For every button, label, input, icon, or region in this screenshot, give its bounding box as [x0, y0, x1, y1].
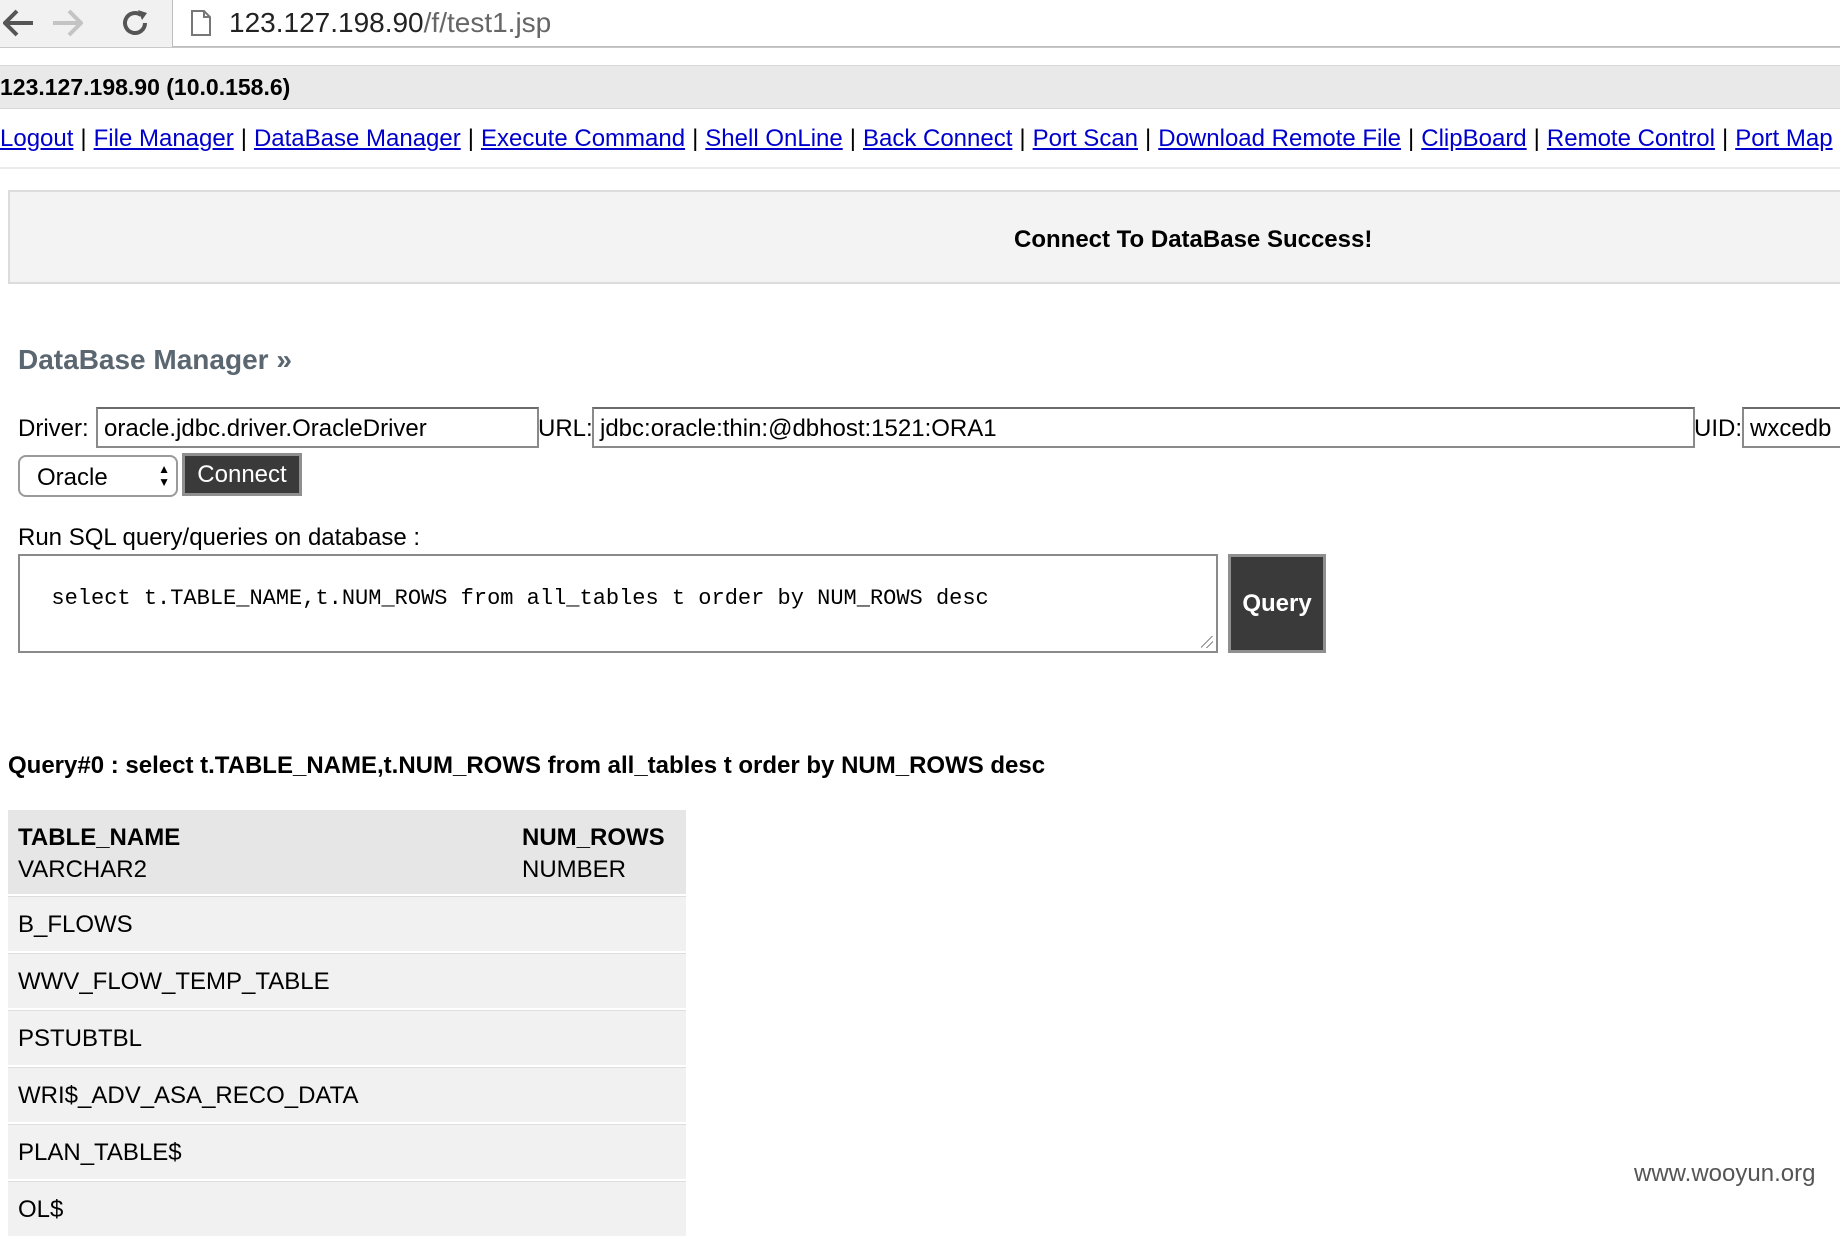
watermark: www.wooyun.org: [1634, 1160, 1816, 1187]
table-row: WWV_FLOW_TEMP_TABLE: [8, 953, 686, 1010]
table-row: OL$: [8, 1181, 686, 1238]
status-message: Connect To DataBase Success!: [1014, 226, 1373, 253]
page-icon: [191, 10, 211, 36]
table-name-cell: OL$: [18, 1196, 64, 1223]
address-bar[interactable]: 123.127.198.90/f/test1.jsp: [172, 0, 1840, 47]
query-button[interactable]: Query: [1228, 554, 1326, 653]
url-label: URL:: [538, 415, 593, 442]
table-row: PSTUBTBL: [8, 1010, 686, 1067]
table-row: WRI$_ADV_ASA_RECO_DATA: [8, 1067, 686, 1124]
results-table: TABLE_NAME VARCHAR2 NUM_ROWS NUMBER B_FL…: [8, 810, 686, 1238]
host-info: 123.127.198.90 (10.0.158.6): [0, 73, 291, 100]
column-header-num-rows: NUM_ROWS NUMBER: [522, 822, 665, 886]
host-info-bar: 123.127.198.90 (10.0.158.6): [0, 65, 1840, 109]
menu-separator: |: [1408, 125, 1415, 152]
forward-arrow-icon[interactable]: [48, 4, 86, 42]
column-type: VARCHAR2: [18, 856, 147, 883]
driver-input[interactable]: oracle.jdbc.driver.OracleDriver: [96, 407, 539, 448]
url-path: /f/test1.jsp: [423, 7, 552, 38]
table-name-cell: WRI$_ADV_ASA_RECO_DATA: [18, 1082, 359, 1109]
results-header: TABLE_NAME VARCHAR2 NUM_ROWS NUMBER: [8, 810, 686, 896]
sql-text: select t.TABLE_NAME,t.NUM_ROWS from all_…: [51, 586, 989, 611]
column-name: NUM_ROWS: [522, 824, 665, 851]
menu-separator: |: [1533, 125, 1540, 152]
query-result-title: Query#0 : select t.TABLE_NAME,t.NUM_ROWS…: [8, 752, 1046, 779]
connection-form: Driver: oracle.jdbc.driver.OracleDriver …: [18, 407, 1840, 452]
menu-link-remote-control[interactable]: Remote Control: [1547, 125, 1715, 152]
driver-label: Driver:: [18, 415, 89, 442]
menu-separator: |: [1019, 125, 1026, 152]
back-arrow-icon[interactable]: [0, 4, 38, 42]
sql-textarea[interactable]: select t.TABLE_NAME,t.NUM_ROWS from all_…: [18, 554, 1218, 653]
table-name-cell: PLAN_TABLE$: [18, 1139, 182, 1166]
menu-link-back-connect[interactable]: Back Connect: [863, 125, 1012, 152]
section-title: DataBase Manager »: [18, 344, 292, 375]
reload-icon[interactable]: [116, 4, 154, 42]
menu-link-file-manager[interactable]: File Manager: [94, 125, 234, 152]
connect-button[interactable]: Connect: [182, 453, 302, 496]
menu-link-execute-command[interactable]: Execute Command: [481, 125, 685, 152]
uid-label: UID:: [1694, 415, 1742, 442]
status-message-box: Connect To DataBase Success!: [8, 190, 1840, 284]
menu-link-port-map[interactable]: Port Map: [1735, 125, 1832, 152]
menu-link-download-remote-file[interactable]: Download Remote File: [1158, 125, 1401, 152]
resize-grip-icon[interactable]: [1201, 636, 1213, 648]
menu-separator: |: [1145, 125, 1152, 152]
database-type-value: Oracle: [37, 464, 108, 491]
table-name-cell: B_FLOWS: [18, 911, 133, 938]
url-host: 123.127.198.90: [229, 7, 424, 38]
url-input[interactable]: jdbc:oracle:thin:@dbhost:1521:ORA1: [592, 407, 1695, 448]
database-type-select[interactable]: Oracle ▲ ▼: [18, 455, 178, 497]
table-row: PLAN_TABLE$: [8, 1124, 686, 1181]
column-name: TABLE_NAME: [18, 824, 181, 851]
menu-link-database-manager[interactable]: DataBase Manager: [254, 125, 461, 152]
table-name-cell: WWV_FLOW_TEMP_TABLE: [18, 968, 330, 995]
uid-input[interactable]: wxcedb: [1742, 407, 1840, 448]
menu-separator: |: [80, 125, 87, 152]
menu-link-shell-online[interactable]: Shell OnLine: [705, 125, 842, 152]
menu-separator: |: [849, 125, 856, 152]
run-sql-label: Run SQL query/queries on database :: [18, 524, 421, 551]
table-name-cell: PSTUBTBL: [18, 1025, 143, 1052]
menu-separator: |: [1721, 125, 1729, 152]
menu-separator: |: [467, 125, 474, 152]
main-menu: Logout | File Manager | DataBase Manager | Exe…: [0, 125, 1840, 169]
table-row: B_FLOWS: [8, 896, 686, 953]
column-type: NUMBER: [522, 856, 627, 883]
menu-separator: |: [240, 125, 247, 152]
menu-separator: |: [692, 125, 699, 152]
menu-separator: |: [1833, 125, 1840, 152]
column-header-table-name: TABLE_NAME VARCHAR2: [18, 822, 180, 886]
select-arrows-icon: ▲ ▼: [158, 462, 170, 489]
menu-link-port-scan[interactable]: Port Scan: [1033, 125, 1138, 152]
menu-link-clipboard[interactable]: ClipBoard: [1421, 125, 1526, 152]
browser-toolbar: 123.127.198.90/f/test1.jsp: [0, 0, 1840, 48]
menu-link-logout[interactable]: Logout: [0, 125, 73, 152]
